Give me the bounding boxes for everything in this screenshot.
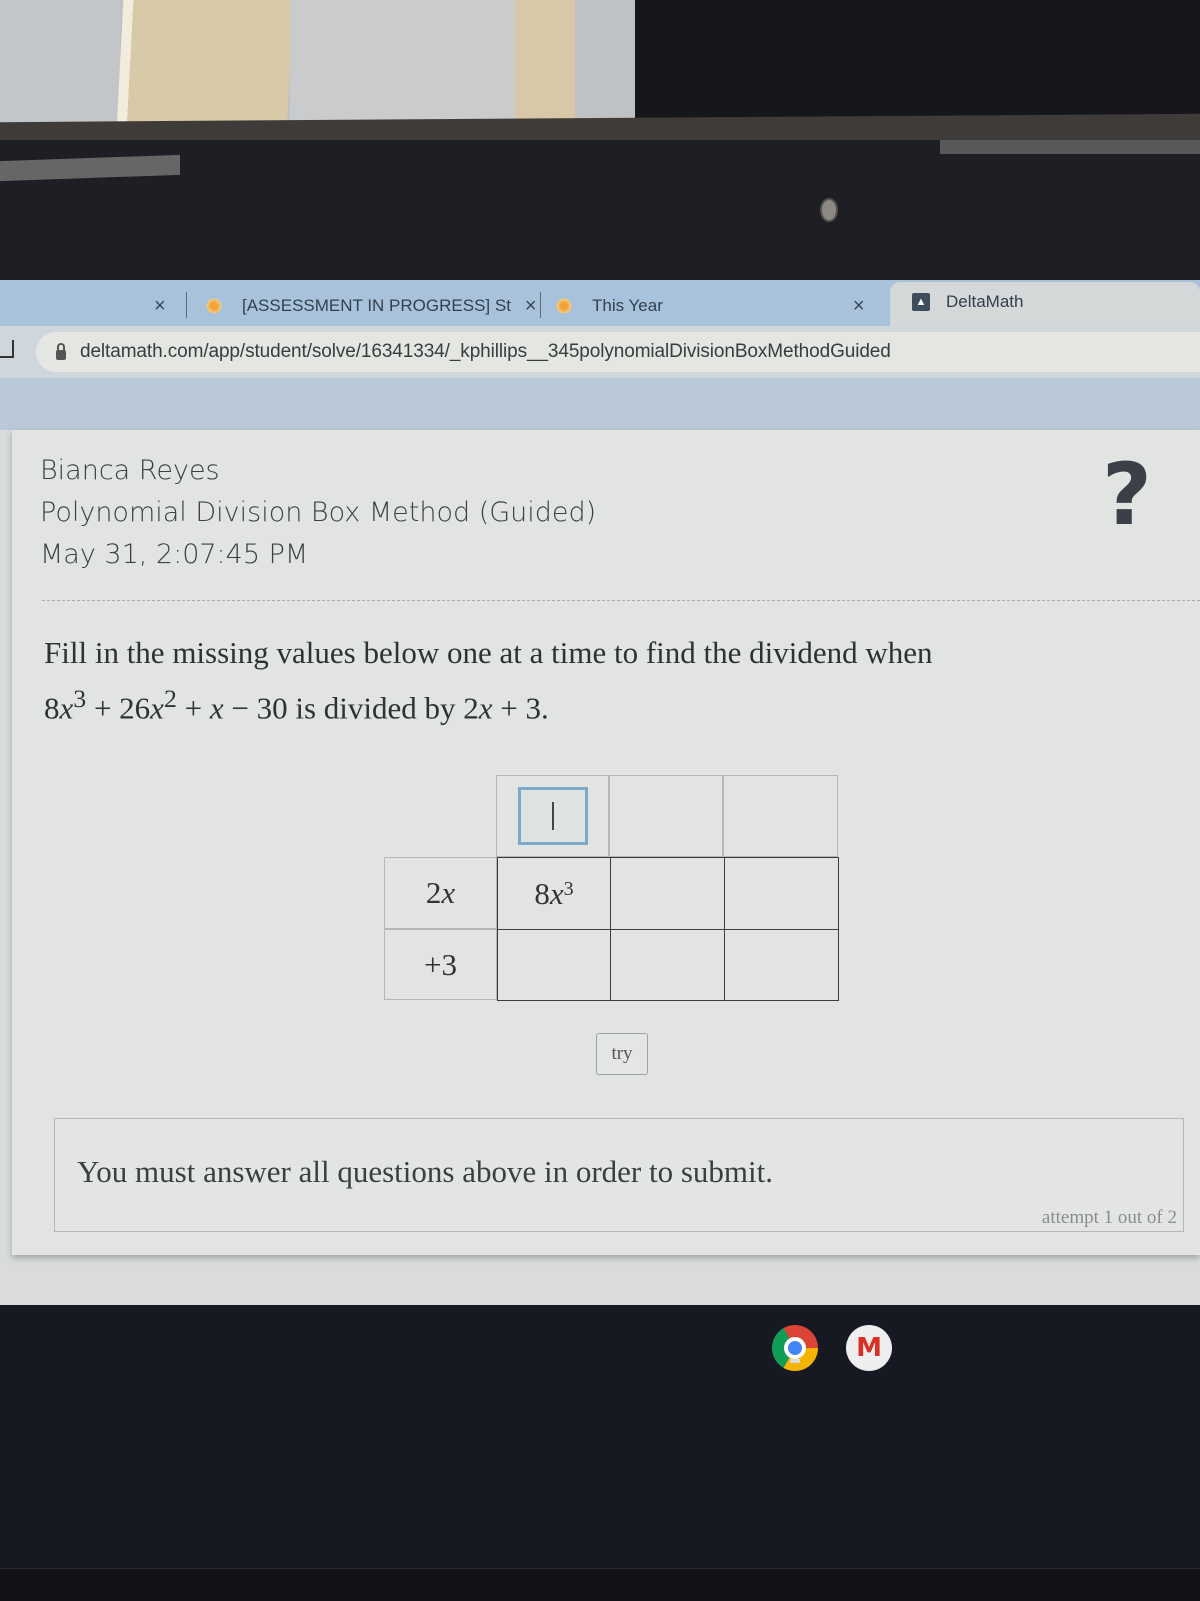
divisor-coef: +3 [424,946,457,982]
variable: x [150,690,164,726]
laptop-edge [0,1568,1200,1601]
tab-hidden[interactable]: × [140,286,166,326]
student-name: Bianca Reyes [40,455,220,486]
tab-strip: × [ASSESSMENT IN PROGRESS] St × This Yea… [0,280,1200,326]
sun-favicon-icon [556,298,572,314]
wall [290,0,520,130]
operator: + [86,690,120,726]
browser-toolbar: deltamath.com/app/student/solve/16341334… [0,326,1200,378]
tab-label: DeltaMath [946,292,1024,311]
question-prompt: Fill in the missing values below one at … [44,630,933,731]
quotient-cell-2 [609,775,723,857]
dividend-term: 8 [44,690,60,726]
product-cell-1-1: 8x3 [497,857,611,930]
laptop-bezel [0,140,1200,285]
tab-deltamath[interactable]: ▲ DeltaMath [890,282,1200,326]
product-cell-2-1 [497,929,611,1001]
tab-label: [ASSESSMENT IN PROGRESS] St [242,296,511,315]
product-var: x [549,875,564,911]
product-cell-2-3 [724,929,839,1001]
variable: x [59,690,74,726]
close-tab-icon[interactable]: × [154,295,166,318]
exponent: 2 [163,684,177,713]
bezel-reflection [940,140,1200,154]
tab-assessment[interactable]: [ASSESSMENT IN PROGRESS] St × [206,286,537,326]
door-frame [515,0,575,130]
divisor-term: + 3. [492,690,549,726]
deltamath-page: Bianca Reyes Polynomial Division Box Met… [12,430,1200,1255]
operator: + [176,690,210,726]
bezel-reflection [0,154,180,182]
operator: − [223,690,257,726]
divisor-coef: 2 [425,875,442,910]
variable: x [209,690,224,726]
gmail-glyph: M [856,1333,882,1363]
attempt-counter: attempt 1 out of 2 [1041,1207,1177,1228]
question-line-1: Fill in the missing values below one at … [44,635,933,670]
dividend-term: 30 [256,690,288,726]
close-tab-icon[interactable]: × [853,295,865,318]
graduation-cap-favicon-icon: ▲ [912,293,930,311]
tab-label: This Year [592,296,663,315]
dividend-term: 26 [119,690,151,726]
divisor-cell-2: +3 [384,929,497,1000]
home-icon[interactable] [0,340,14,358]
background-room [0,0,1200,130]
door-frame [116,0,294,130]
variable: x [478,690,493,726]
product-cell-1-2 [610,857,725,930]
product-cell-2-2 [610,929,725,1001]
tab-separator [186,292,187,318]
quotient-cell-1 [496,775,609,857]
tab-separator [540,292,541,318]
os-shelf: M [0,1305,1200,1600]
try-button[interactable]: try [596,1033,648,1075]
wall [0,0,120,130]
timestamp: May 31, 2:07:45 PM [40,539,309,570]
help-icon[interactable]: ? [1102,450,1152,540]
tab-content: ▲ DeltaMath [912,282,1023,322]
gmail-icon[interactable]: M [846,1325,892,1371]
close-tab-icon[interactable]: × [525,295,537,318]
running-indicator [790,1359,800,1363]
exponent: 3 [73,684,87,713]
divider [42,600,1200,601]
webcam [820,198,838,222]
submit-message: You must answer all questions above in o… [77,1154,774,1189]
chrome-icon[interactable] [772,1325,818,1371]
quotient-cell-3 [723,775,838,857]
screen: × [ASSESSMENT IN PROGRESS] St × This Yea… [0,280,1200,1305]
text-cursor [551,802,554,830]
bookmark-bar [0,378,1200,430]
tab-this-year[interactable]: This Year × [556,286,865,326]
question-line-2: 8x3 + 26x2 + x − 30 is divided by 2x + 3… [44,676,933,731]
divisor-var: x [441,875,456,910]
url-text[interactable]: deltamath.com/app/student/solve/16341334… [80,341,891,363]
product-coef: 8 [534,875,550,911]
dark-background [635,0,1200,130]
assignment-title: Polynomial Division Box Method (Guided) [40,497,597,528]
product-cell-1-3 [724,857,839,930]
divisor-cell-1: 2x [384,857,497,929]
lock-icon [56,343,66,360]
quotient-input-1[interactable] [517,787,588,845]
address-bar[interactable]: deltamath.com/app/student/solve/16341334… [36,332,1200,372]
question-connector: is divided by [287,690,464,726]
submit-panel: You must answer all questions above in o… [54,1118,1184,1232]
divisor-term: 2 [463,690,479,726]
assignment-header: Bianca Reyes Polynomial Division Box Met… [40,450,596,576]
product-exp: 3 [563,878,574,900]
sun-favicon-icon [206,298,222,314]
